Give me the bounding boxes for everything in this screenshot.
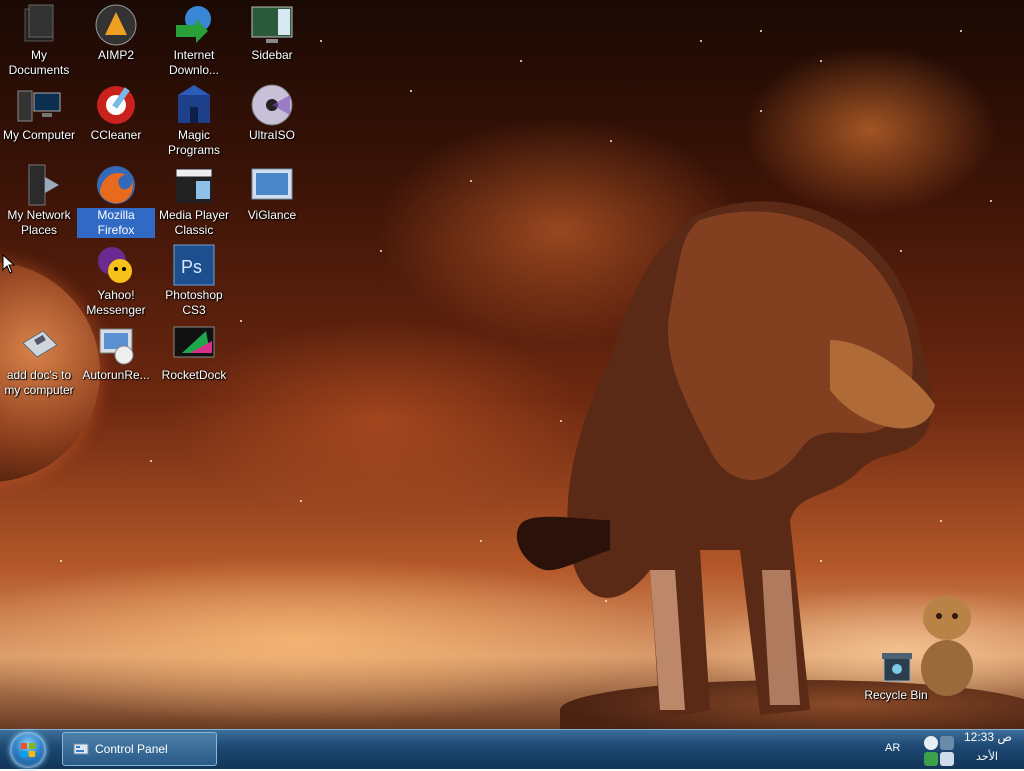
wallpaper-star	[610, 140, 612, 142]
wallpaper-star	[760, 110, 762, 112]
magic-programs-icon	[171, 82, 217, 128]
desktop-icon-add-docs[interactable]: add doc's to my computer	[0, 322, 78, 398]
yahoo-messenger-icon	[93, 242, 139, 288]
desktop-icon-aimp2[interactable]: AIMP2	[77, 2, 155, 63]
control-panel-icon	[73, 743, 89, 755]
clock-time[interactable]: 12:33 ص	[964, 730, 1012, 744]
folder-dark-icon	[16, 2, 62, 48]
autorun-icon	[93, 322, 139, 368]
desktop-icon-label: Media Player Classic	[158, 208, 230, 237]
wallpaper-star	[700, 40, 702, 42]
wallpaper-star	[380, 250, 382, 252]
viglance-icon	[249, 162, 295, 208]
network-tray-icon[interactable]	[940, 736, 954, 750]
wallpaper-star	[60, 560, 62, 562]
rocketdock-icon	[171, 322, 217, 368]
desktop-icon-autorunre[interactable]: AutorunRe...	[77, 322, 155, 383]
floppy-icon	[16, 322, 62, 368]
computer-icon	[16, 82, 62, 128]
desktop-icon-internet-download[interactable]: Internet Downlo...	[155, 2, 233, 78]
desktop-icon-yahoo-messenger[interactable]: Yahoo! Messenger	[77, 242, 155, 318]
desktop-icon-label: add doc's to my computer	[4, 368, 74, 397]
desktop-icon-media-player-classic[interactable]: Media Player Classic	[155, 162, 233, 238]
desktop-icon-label: Yahoo! Messenger	[86, 288, 146, 317]
desktop-icon-label: ViGlance	[247, 208, 297, 222]
wallpaper-star	[760, 30, 762, 32]
desktop-icon-label: RocketDock	[161, 368, 227, 382]
wallpaper-star	[480, 540, 482, 542]
desktop-icon-ccleaner[interactable]: CCleaner	[77, 82, 155, 143]
desktop-icon-viglance[interactable]: ViGlance	[233, 162, 311, 223]
wallpaper-star	[150, 460, 152, 462]
mouse-cursor-icon	[2, 254, 16, 274]
desktop-icon-magic-programs[interactable]: Magic Programs	[155, 82, 233, 158]
desktop-icon-label: UltraISO	[248, 128, 295, 142]
aimp-icon	[93, 2, 139, 48]
desktop-icon-sidebar[interactable]: Sidebar	[233, 2, 311, 63]
desktop-icon-my-computer[interactable]: My Computer	[0, 82, 78, 143]
photoshop-icon: Ps	[171, 242, 217, 288]
wallpaper-star	[300, 500, 302, 502]
desktop-icon-label: Internet Downlo...	[168, 48, 220, 77]
wallpaper-star	[820, 60, 822, 62]
desktop-icon-label: CCleaner	[90, 128, 142, 142]
language-indicator[interactable]: AR	[885, 742, 900, 754]
desktop-icon-label: Magic Programs	[167, 128, 220, 157]
download-globe-icon	[171, 2, 217, 48]
sidebar-icon	[249, 2, 295, 48]
ultraiso-icon	[249, 82, 295, 128]
media-player-icon	[171, 162, 217, 208]
taskbar: Control Panel AR 12:33 ص الأحد	[0, 729, 1024, 769]
ccleaner-icon	[93, 82, 139, 128]
taskbar-button-label: Control Panel	[95, 742, 168, 756]
volume-tray-icon[interactable]	[940, 752, 954, 766]
windows-start-orb-icon[interactable]	[10, 732, 46, 768]
desktop-icon-label: My Network Places	[7, 208, 71, 237]
wallpaper-star	[990, 200, 992, 202]
desktop-icon-label: Mozilla Firefox	[77, 208, 155, 238]
safely-remove-tray-icon[interactable]	[924, 752, 938, 766]
taskbar-button-control-panel[interactable]: Control Panel	[62, 732, 217, 766]
desktop-icon-ultraiso[interactable]: UltraISO	[233, 82, 311, 143]
desktop-icon-my-documents[interactable]: My Documents	[0, 2, 78, 78]
wallpaper-star	[410, 90, 412, 92]
wallpaper-star	[320, 40, 322, 42]
desktop-icon-recycle-bin[interactable]: Recycle Bin	[857, 642, 935, 703]
recycle-bin-icon	[873, 642, 919, 688]
clock-day: الأحد	[976, 751, 998, 763]
desktop-icon-photoshop-cs3[interactable]: Ps Photoshop CS3	[155, 242, 233, 318]
desktop-icon-my-network-places[interactable]: My Network Places	[0, 162, 78, 238]
desktop-icon-label: My Computer	[2, 128, 76, 142]
svg-text:Ps: Ps	[181, 257, 202, 277]
network-icon	[16, 162, 62, 208]
wallpaper-star	[520, 60, 522, 62]
wallpaper-star	[960, 30, 962, 32]
desktop-icon-label: Recycle Bin	[864, 688, 928, 702]
desktop-icon-rocketdock[interactable]: RocketDock	[155, 322, 233, 383]
desktop-icon-mozilla-firefox[interactable]: Mozilla Firefox	[77, 162, 155, 238]
desktop-icon-label: Photoshop CS3	[165, 288, 223, 317]
desktop-icon-label: Sidebar	[251, 48, 293, 62]
firefox-icon	[93, 162, 139, 208]
wallpaper-star	[470, 180, 472, 182]
messenger-tray-icon[interactable]	[924, 736, 938, 750]
desktop-icon-label: AutorunRe...	[82, 368, 150, 382]
desktop-icon-label: My Documents	[8, 48, 70, 77]
wallpaper-star	[240, 320, 242, 322]
desktop-icon-label: AIMP2	[97, 48, 134, 62]
